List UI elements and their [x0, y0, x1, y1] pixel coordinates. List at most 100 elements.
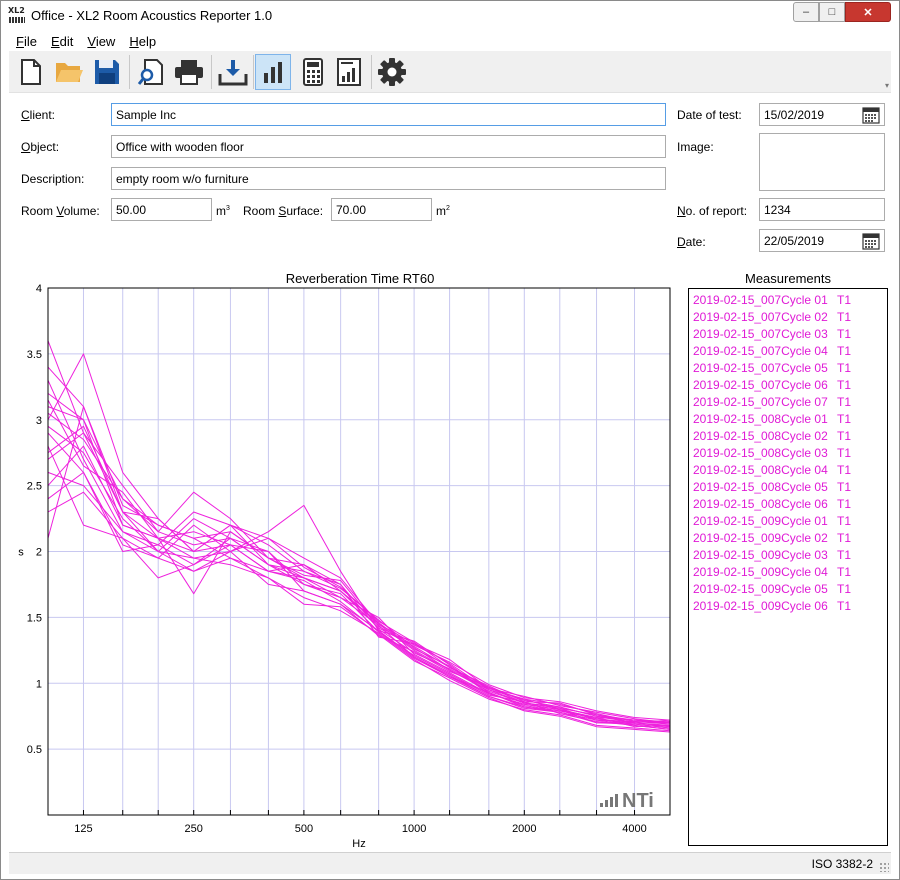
measurement-tag: T1 [837, 412, 852, 426]
menu-bar: File Edit View Help [9, 31, 163, 51]
measurement-tag: T1 [837, 599, 852, 613]
import-button[interactable] [215, 54, 251, 90]
room-volume-label: Room Volume: [21, 204, 100, 218]
description-input[interactable]: empty room w/o furniture [111, 167, 666, 190]
image-drop-area[interactable] [759, 133, 885, 191]
measurement-item[interactable]: 2019-02-15_007Cycle 03 T1 [689, 325, 887, 342]
measurement-name: 2019-02-15_008Cycle 03 [693, 446, 828, 460]
nti-logo-bar [605, 800, 608, 807]
x-tick-label: 250 [185, 823, 203, 835]
calendar-icon[interactable] [862, 232, 880, 250]
x-tick-label: 1000 [402, 823, 426, 835]
measurement-name: 2019-02-15_009Cycle 06 [693, 599, 828, 613]
room-volume-input[interactable]: 50.00 [111, 198, 212, 221]
new-file-button[interactable] [13, 54, 49, 90]
x-tick-label: 125 [74, 823, 92, 835]
measurement-tag: T1 [837, 514, 852, 528]
menu-file[interactable]: File [9, 31, 44, 51]
report-date-picker[interactable]: 22/05/2019 [759, 229, 885, 252]
measurement-item[interactable]: 2019-02-15_009Cycle 01 T1 [689, 512, 887, 529]
measurement-tag: T1 [837, 395, 852, 409]
report-button[interactable] [331, 54, 367, 90]
y-tick-label: 1.5 [27, 612, 42, 624]
y-tick-label: 2.5 [27, 481, 42, 493]
date-of-test-label: Date of test: [677, 108, 742, 122]
print-preview-icon [137, 59, 163, 85]
measurement-name: 2019-02-15_007Cycle 07 [693, 395, 828, 409]
measurement-item[interactable]: 2019-02-15_008Cycle 06 T1 [689, 495, 887, 512]
measurement-tag: T1 [837, 293, 852, 307]
chart-view-button[interactable] [255, 54, 291, 90]
measurement-name: 2019-02-15_008Cycle 02 [693, 429, 828, 443]
measurement-item[interactable]: 2019-02-15_008Cycle 01 T1 [689, 410, 887, 427]
room-surface-unit: m2 [436, 204, 450, 218]
y-tick-label: 0.5 [27, 744, 42, 756]
measurement-item[interactable]: 2019-02-15_007Cycle 07 T1 [689, 393, 887, 410]
status-bar: ISO 3382-2 [9, 852, 891, 874]
measurements-list[interactable]: 2019-02-15_007Cycle 01 T1 2019-02-15_007Cy… [688, 288, 888, 846]
measurement-item[interactable]: 2019-02-15_007Cycle 01 T1 [689, 291, 887, 308]
settings-button[interactable] [374, 54, 410, 90]
report-no-input[interactable]: 1234 [759, 198, 885, 221]
close-button[interactable]: ✕ [845, 2, 891, 22]
calendar-icon[interactable] [862, 106, 880, 124]
report-no-label: No. of report: [677, 204, 748, 218]
window-title: Office - XL2 Room Acoustics Reporter 1.0 [31, 8, 273, 23]
title-bar: XL2 Office - XL2 Room Acoustics Reporter… [1, 1, 899, 31]
measurement-tag: T1 [837, 565, 852, 579]
room-surface-label: Room Surface: [243, 204, 324, 218]
toolbar-overflow-icon[interactable]: ▾ [885, 81, 889, 90]
measurement-item[interactable]: 2019-02-15_007Cycle 06 T1 [689, 376, 887, 393]
menu-edit[interactable]: Edit [44, 31, 80, 51]
room-surface-input[interactable]: 70.00 [331, 198, 432, 221]
resize-grip-icon[interactable] [879, 862, 889, 872]
measurement-tag: T1 [837, 463, 852, 477]
measurement-item[interactable]: 2019-02-15_008Cycle 03 T1 [689, 444, 887, 461]
measurement-name: 2019-02-15_009Cycle 04 [693, 565, 828, 579]
room-volume-unit: m3 [216, 204, 230, 218]
save-button[interactable] [89, 54, 125, 90]
nti-logo-bar [615, 794, 618, 807]
menu-view[interactable]: View [80, 31, 122, 51]
nti-logo-bar [610, 797, 613, 807]
measurement-item[interactable]: 2019-02-15_007Cycle 04 T1 [689, 342, 887, 359]
client-input[interactable]: Sample Inc [111, 103, 666, 126]
measurement-name: 2019-02-15_008Cycle 01 [693, 412, 828, 426]
y-tick-label: 4 [36, 283, 42, 295]
minimize-icon: – [802, 6, 810, 18]
open-button[interactable] [51, 54, 87, 90]
measurement-item[interactable]: 2019-02-15_008Cycle 02 T1 [689, 427, 887, 444]
object-input[interactable]: Office with wooden floor [111, 135, 666, 158]
print-preview-button[interactable] [133, 54, 169, 90]
measurement-tag: T1 [837, 497, 852, 511]
measurement-name: 2019-02-15_007Cycle 06 [693, 378, 828, 392]
measurements-title: Measurements [745, 271, 831, 286]
measurement-tag: T1 [837, 327, 852, 341]
minimize-button[interactable]: – [793, 2, 819, 22]
menu-help[interactable]: Help [122, 31, 163, 51]
settings-gear-icon [378, 58, 406, 86]
date-of-test-picker[interactable]: 15/02/2019 [759, 103, 885, 126]
bar-chart-icon [264, 62, 282, 83]
measurement-item[interactable]: 2019-02-15_009Cycle 02 T1 [689, 529, 887, 546]
measurement-item[interactable]: 2019-02-15_009Cycle 04 T1 [689, 563, 887, 580]
measurement-tag: T1 [837, 548, 852, 562]
measurement-tag: T1 [837, 480, 852, 494]
measurement-tag: T1 [837, 582, 852, 596]
calculator-button[interactable] [295, 54, 331, 90]
report-icon [337, 58, 361, 86]
measurement-item[interactable]: 2019-02-15_009Cycle 03 T1 [689, 546, 887, 563]
measurement-item[interactable]: 2019-02-15_009Cycle 05 T1 [689, 580, 887, 597]
measurement-item[interactable]: 2019-02-15_008Cycle 05 T1 [689, 478, 887, 495]
maximize-button[interactable]: □ [819, 2, 845, 22]
x-tick-label: 2000 [512, 823, 536, 835]
y-axis-label: s [18, 547, 24, 559]
measurement-item[interactable]: 2019-02-15_007Cycle 05 T1 [689, 359, 887, 376]
print-button[interactable] [171, 54, 207, 90]
measurement-name: 2019-02-15_007Cycle 04 [693, 344, 828, 358]
date-of-test-value: 15/02/2019 [764, 108, 825, 122]
measurement-name: 2019-02-15_007Cycle 02 [693, 310, 828, 324]
measurement-item[interactable]: 2019-02-15_009Cycle 06 T1 [689, 597, 887, 614]
measurement-item[interactable]: 2019-02-15_008Cycle 04 T1 [689, 461, 887, 478]
measurement-item[interactable]: 2019-02-15_007Cycle 02 T1 [689, 308, 887, 325]
